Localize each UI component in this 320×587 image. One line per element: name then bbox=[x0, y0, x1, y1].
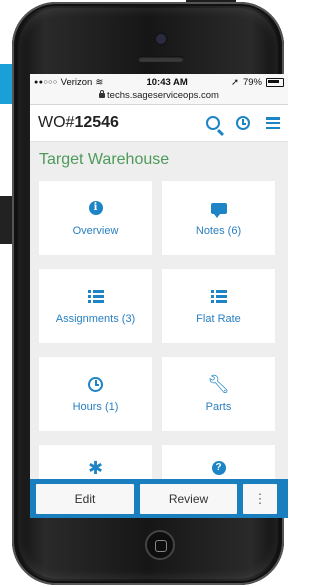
search-icon[interactable] bbox=[206, 116, 220, 130]
bottom-action-bar: Edit Review ⋮ bbox=[30, 479, 288, 518]
question-icon: ? bbox=[211, 461, 226, 475]
status-bar: ●●○○○ Verizon ≋ 10:43 AM ➚ 79% bbox=[30, 74, 288, 90]
tile-hours[interactable]: Hours (1) bbox=[39, 357, 152, 431]
tile-overview[interactable]: i Overview bbox=[39, 181, 152, 255]
front-camera bbox=[156, 34, 166, 44]
list-icon bbox=[87, 289, 104, 303]
clock-icon[interactable] bbox=[236, 116, 250, 130]
status-time: 10:43 AM bbox=[146, 76, 188, 88]
carrier-name: Verizon bbox=[60, 76, 93, 88]
tile-label: Flat Rate bbox=[196, 313, 241, 325]
tile-label: Hours (1) bbox=[72, 401, 119, 413]
comment-icon bbox=[210, 202, 227, 218]
tile-notes[interactable]: Notes (6) bbox=[162, 181, 275, 255]
wrench-icon: 🔧︎ bbox=[207, 374, 230, 394]
list-icon bbox=[210, 289, 227, 303]
lock-icon bbox=[99, 90, 106, 98]
work-order-number: 12546 bbox=[74, 114, 119, 131]
tile-label: Parts bbox=[205, 401, 232, 413]
tile-grid: i Overview Notes (6) Assignments (3) Fla… bbox=[30, 175, 288, 518]
phone-screen: ●●○○○ Verizon ≋ 10:43 AM ➚ 79% techs.sag… bbox=[30, 74, 288, 518]
home-button[interactable] bbox=[145, 530, 175, 560]
location-icon: ➚ bbox=[231, 76, 239, 88]
work-order-title: WO#12546 bbox=[38, 114, 119, 132]
edit-button[interactable]: Edit bbox=[36, 483, 134, 514]
battery-icon bbox=[265, 77, 284, 87]
tile-label: Notes (6) bbox=[195, 225, 242, 237]
url-text: techs.sageserviceops.com bbox=[107, 90, 219, 101]
tile-flat-rate[interactable]: Flat Rate bbox=[162, 269, 275, 343]
customer-name: Target Warehouse bbox=[39, 151, 170, 168]
signal-icon: ●●○○○ bbox=[34, 78, 58, 86]
tile-label: Assignments (3) bbox=[55, 313, 136, 325]
battery-percent: 79% bbox=[242, 76, 262, 88]
work-order-prefix: WO# bbox=[38, 114, 75, 131]
info-icon: i bbox=[88, 201, 103, 215]
tile-label: Overview bbox=[72, 225, 119, 237]
review-button[interactable]: Review bbox=[140, 483, 237, 514]
app-header: WO#12546 bbox=[30, 105, 288, 142]
url-bar[interactable]: techs.sageserviceops.com bbox=[30, 90, 288, 105]
more-options-button[interactable]: ⋮ bbox=[243, 483, 277, 514]
clock-icon bbox=[88, 376, 103, 392]
earpiece-speaker bbox=[138, 56, 184, 62]
tile-assignments[interactable]: Assignments (3) bbox=[39, 269, 152, 343]
tile-parts[interactable]: 🔧︎ Parts bbox=[162, 357, 275, 431]
menu-icon[interactable] bbox=[266, 117, 280, 129]
wifi-icon: ≋ bbox=[95, 76, 104, 88]
home-square-icon bbox=[155, 540, 167, 552]
asterisk-icon: ✱ bbox=[87, 458, 104, 478]
